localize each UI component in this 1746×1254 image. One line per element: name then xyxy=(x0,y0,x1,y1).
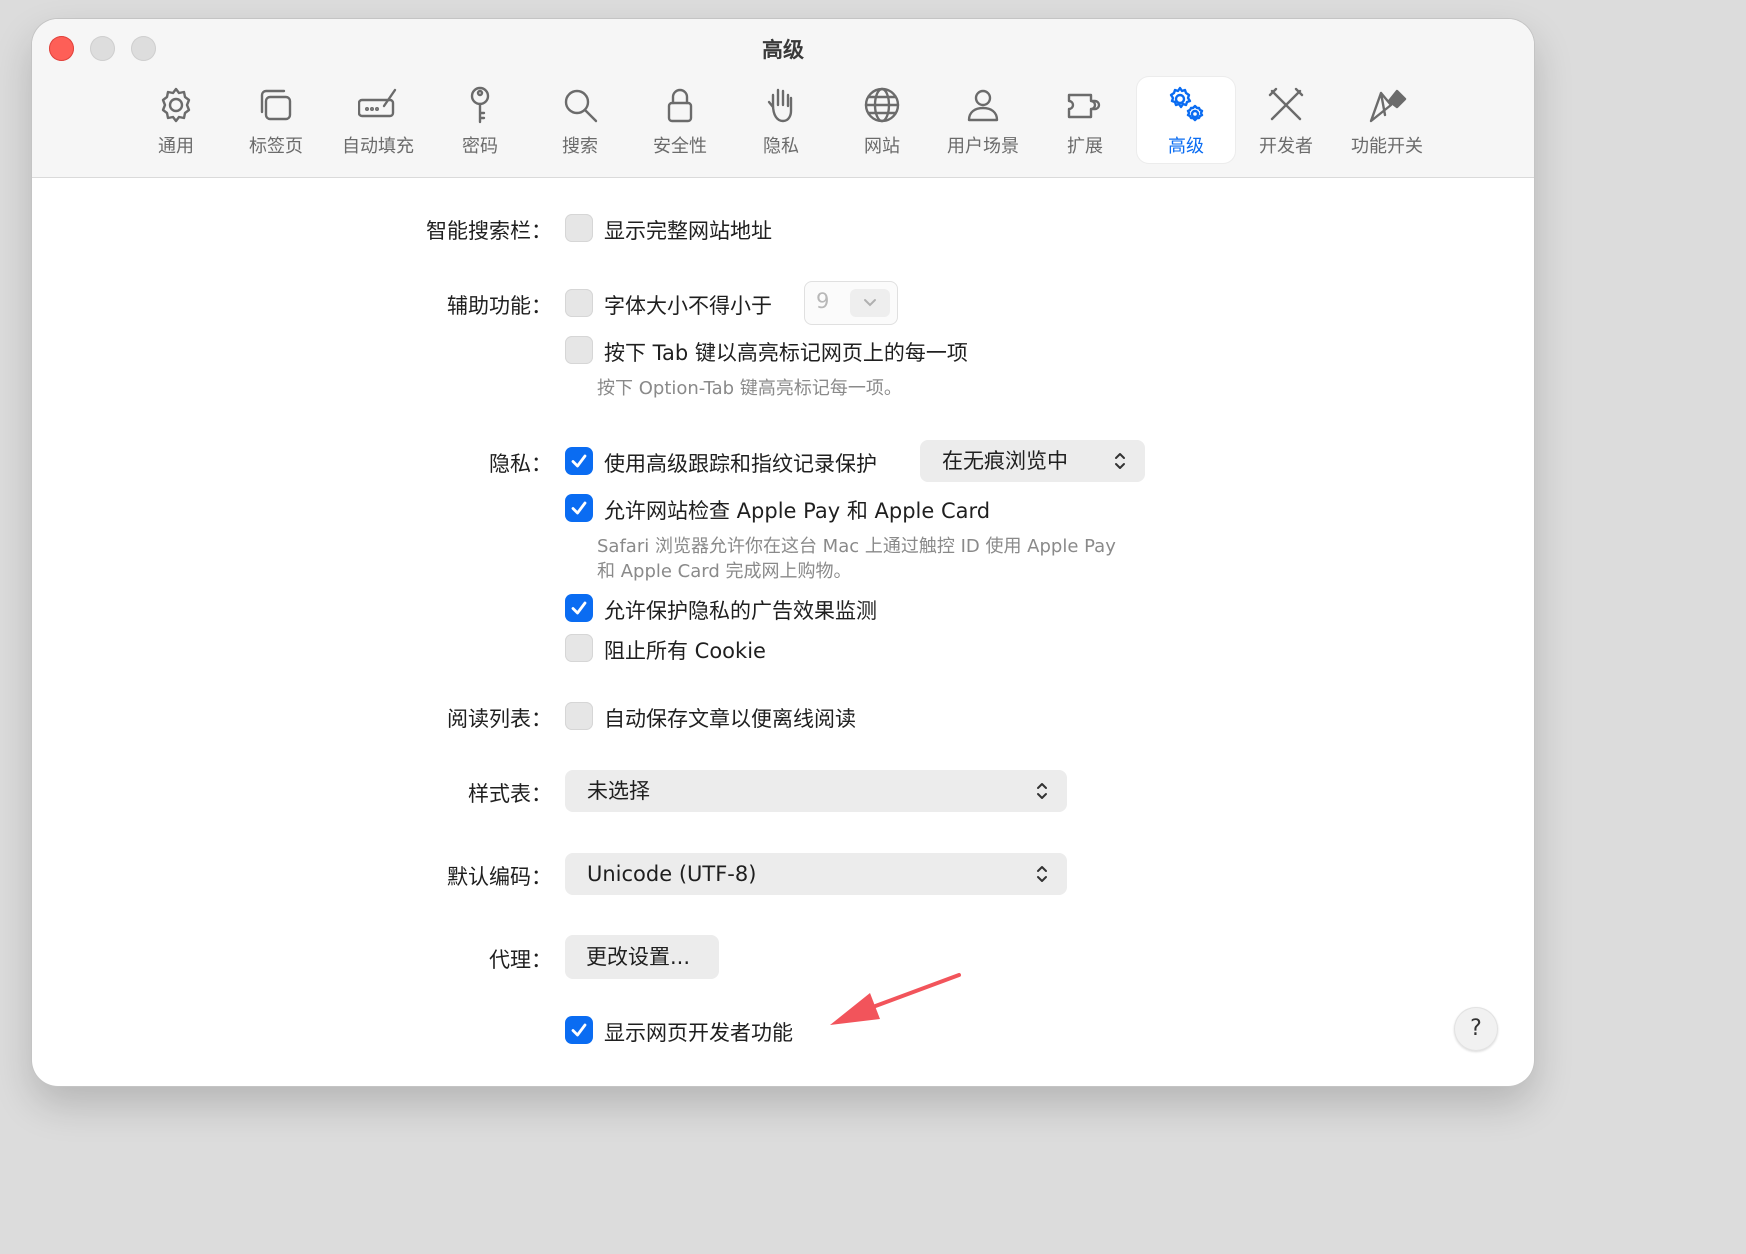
checkmark-icon xyxy=(571,454,587,468)
tab-feature-flags[interactable]: 功能开关 xyxy=(1338,77,1436,163)
proxies-label: 代理： xyxy=(489,948,552,972)
window-title: 高级 xyxy=(762,38,804,62)
tab-label: 开发者 xyxy=(1259,136,1313,157)
advanced-tracking-label: 使用高级跟踪和指纹记录保护 xyxy=(604,452,877,476)
reading-list-label: 阅读列表： xyxy=(447,707,552,731)
up-down-chevron-icon xyxy=(1037,783,1047,799)
tab-search[interactable]: 搜索 xyxy=(531,77,629,163)
apple-pay-note-line-1: Safari 浏览器允许你在这台 Mac 上通过触控 ID 使用 Apple P… xyxy=(597,536,1116,557)
change-proxy-settings-button[interactable]: 更改设置... xyxy=(565,935,719,979)
tab-passwords[interactable]: 密码 xyxy=(431,77,529,163)
tab-advanced[interactable]: 高级 xyxy=(1137,77,1235,163)
style-sheet-label: 样式表： xyxy=(468,782,552,806)
min-font-label: 字体大小不得小于 xyxy=(604,294,772,318)
min-font-size-select[interactable]: 9 xyxy=(804,281,898,325)
save-offline-label: 自动保存文章以便离线阅读 xyxy=(604,707,856,731)
accessibility-label: 辅助功能： xyxy=(447,294,552,318)
tab-label: 用户场景 xyxy=(947,136,1019,157)
tab-label: 搜索 xyxy=(562,136,598,157)
apple-pay-label: 允许网站检查 Apple Pay 和 Apple Card xyxy=(604,499,991,523)
tab-highlight-label: 按下 Tab 键以高亮标记网页上的每一项 xyxy=(604,341,968,365)
annotation-arrow-icon xyxy=(830,973,961,1025)
show-develop-features-label: 显示网页开发者功能 xyxy=(604,1021,793,1045)
tracking-mode-value: 在无痕浏览中 xyxy=(942,449,1068,473)
ad-measurement-label: 允许保护隐私的广告效果监测 xyxy=(604,599,877,623)
show-develop-features-checkbox[interactable] xyxy=(565,1016,593,1044)
tab-general[interactable]: 通用 xyxy=(127,77,225,163)
checkmark-icon xyxy=(571,501,587,515)
globe-icon xyxy=(862,85,902,125)
ad-measurement-checkbox[interactable] xyxy=(565,594,593,622)
toolbar: 高级 通用 标签页 自动填充 密码 搜索 安全性 隐私 网站 用户场景 扩展 高… xyxy=(32,19,1534,178)
show-full-address-checkbox[interactable] xyxy=(565,214,593,242)
block-cookies-label: 阻止所有 Cookie xyxy=(604,639,766,663)
gear-icon xyxy=(156,85,196,125)
default-encoding-label: 默认编码： xyxy=(447,865,552,889)
tab-label: 安全性 xyxy=(653,136,707,157)
tab-websites[interactable]: 网站 xyxy=(833,77,931,163)
gears-icon xyxy=(1166,85,1206,125)
pen-field-icon xyxy=(357,85,398,125)
show-full-address-label: 显示完整网站地址 xyxy=(604,219,772,243)
checkmark-icon xyxy=(571,601,587,615)
tab-label: 网站 xyxy=(864,136,900,157)
tab-label: 通用 xyxy=(158,136,194,157)
tab-label: 自动填充 xyxy=(342,136,414,157)
tab-autofill[interactable]: 自动填充 xyxy=(329,77,427,163)
key-icon xyxy=(460,85,500,125)
default-encoding-value: Unicode (UTF-8) xyxy=(587,862,757,886)
tab-profiles[interactable]: 用户场景 xyxy=(934,77,1032,163)
up-down-chevron-icon xyxy=(1037,866,1047,882)
tab-security[interactable]: 安全性 xyxy=(631,77,729,163)
advanced-tracking-checkbox[interactable] xyxy=(565,447,593,475)
tab-privacy[interactable]: 隐私 xyxy=(732,77,830,163)
tabs-icon xyxy=(256,85,296,125)
tab-label: 密码 xyxy=(462,136,498,157)
apple-pay-note-line-2: 和 Apple Card 完成网上购物。 xyxy=(597,561,852,582)
privacy-label: 隐私： xyxy=(489,452,552,476)
tab-highlight-checkbox[interactable] xyxy=(565,336,593,364)
save-offline-checkbox[interactable] xyxy=(565,702,593,730)
flags-icon xyxy=(1367,85,1407,125)
settings-window: 高级 通用 标签页 自动填充 密码 搜索 安全性 隐私 网站 用户场景 扩展 高… xyxy=(32,19,1534,1086)
puzzle-icon xyxy=(1065,85,1105,125)
lock-icon xyxy=(660,85,700,125)
apple-pay-checkbox[interactable] xyxy=(565,494,593,522)
up-down-chevron-icon xyxy=(1115,453,1125,469)
hand-icon xyxy=(761,85,801,125)
help-button[interactable]: ? xyxy=(1454,1007,1498,1051)
tab-extensions[interactable]: 扩展 xyxy=(1036,77,1134,163)
tracking-mode-popup[interactable]: 在无痕浏览中 xyxy=(920,440,1145,482)
tab-developer[interactable]: 开发者 xyxy=(1237,77,1335,163)
tab-label: 标签页 xyxy=(249,136,303,157)
smart-search-label: 智能搜索栏： xyxy=(426,219,552,243)
person-icon xyxy=(963,85,1003,125)
magnifier-icon xyxy=(560,85,600,125)
tab-label: 隐私 xyxy=(763,136,799,157)
style-sheet-popup[interactable]: 未选择 xyxy=(565,770,1067,812)
min-font-size-value: 9 xyxy=(816,289,830,313)
style-sheet-value: 未选择 xyxy=(587,779,650,803)
tools-icon xyxy=(1266,85,1306,125)
tab-label: 扩展 xyxy=(1067,136,1103,157)
default-encoding-popup[interactable]: Unicode (UTF-8) xyxy=(565,853,1067,895)
checkmark-icon xyxy=(571,1023,587,1037)
tab-label: 高级 xyxy=(1168,136,1204,157)
tab-tabs[interactable]: 标签页 xyxy=(227,77,325,163)
chevron-down-icon xyxy=(850,289,890,317)
min-font-checkbox[interactable] xyxy=(565,289,593,317)
block-cookies-checkbox[interactable] xyxy=(565,634,593,662)
tab-highlight-note: 按下 Option-Tab 键高亮标记每一项。 xyxy=(597,378,902,399)
tab-label: 功能开关 xyxy=(1351,136,1423,157)
